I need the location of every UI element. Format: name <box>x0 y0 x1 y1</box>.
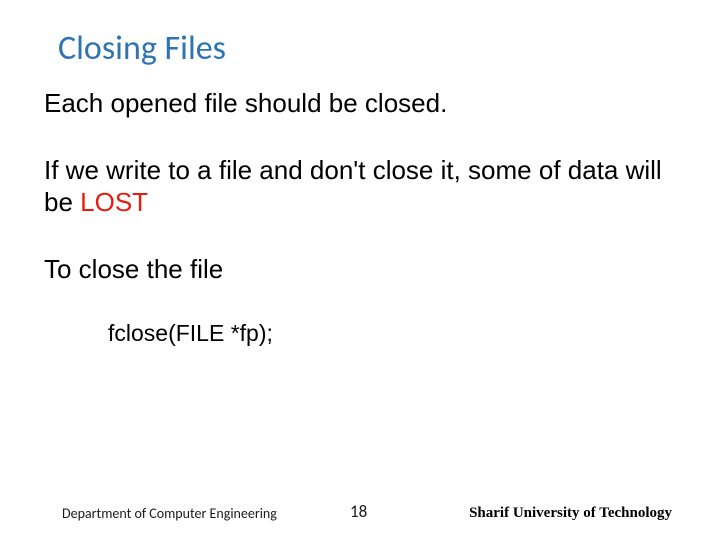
slide-footer: Department of Computer Engineering 18 Sh… <box>0 505 720 522</box>
bullet-item: If we write to a file and don't close it… <box>30 154 690 219</box>
slide: Closing Files Each opened file should be… <box>0 0 720 540</box>
bullet-text: To close the file <box>44 253 690 286</box>
bullet-text: Each opened file should be closed. <box>44 87 690 120</box>
bullet-item: To close the file <box>30 253 690 286</box>
bullet-item: Each opened file should be closed. <box>30 87 690 120</box>
lost-word: LOST <box>80 187 148 217</box>
bullet-text: If we write to a file and don't close it… <box>44 154 690 219</box>
slide-body: Each opened file should be closed. If we… <box>30 87 690 348</box>
footer-university: Sharif University of Technology <box>469 505 672 522</box>
code-line: fclose(FILE *fp); <box>108 319 690 348</box>
footer-department: Department of Computer Engineering <box>62 505 277 522</box>
slide-title: Closing Files <box>58 28 690 69</box>
footer-page-number: 18 <box>350 501 367 522</box>
